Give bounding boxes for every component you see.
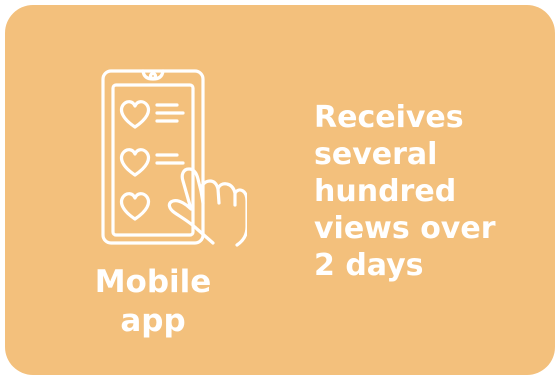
phone-hearts-hand-icon: [101, 69, 247, 247]
caption-mobile-app: Mobile app: [94, 264, 212, 339]
description-text: Receives several hundred views over 2 da…: [314, 100, 496, 283]
info-card: Mobile app Receives several hundred view…: [5, 5, 555, 375]
